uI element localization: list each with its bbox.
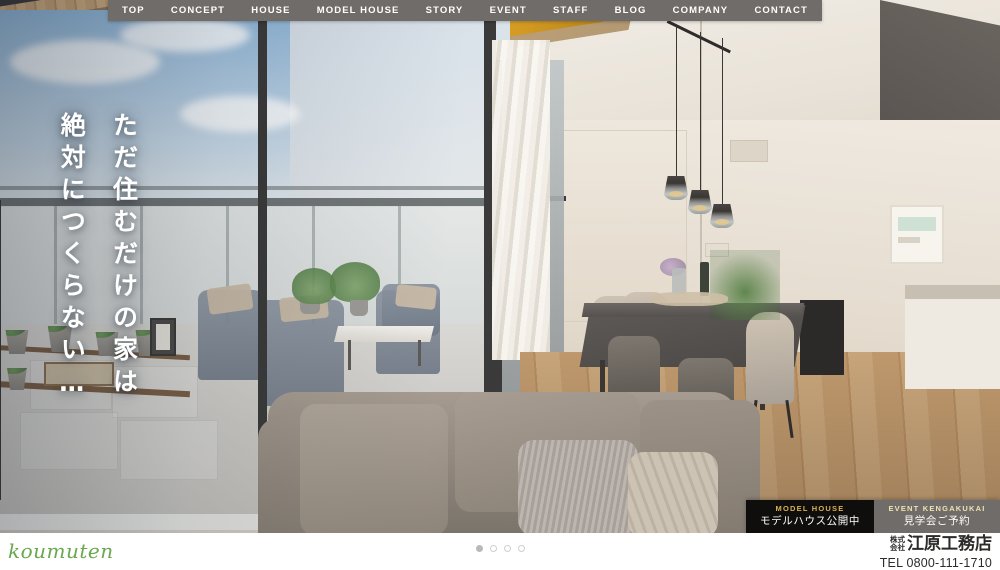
sheer-curtain [492,40,550,360]
glass-vase [672,268,686,294]
nav-item-concept[interactable]: CONCEPT [171,5,225,16]
company-name: 江原工務店 [907,534,992,554]
company-prefix-line2: 会社 [890,543,905,552]
balcony-tile-4 [120,420,218,480]
table-tray [650,292,728,306]
balcony-mullion-2 [140,206,143,324]
wall-control-panel [890,205,944,264]
hero-headline-line1: ただ住むだけの家は [109,112,139,400]
kitchen-counter-body [905,299,1000,389]
company-prefix: 株式 会社 [890,536,905,552]
nav-item-blog[interactable]: BLOG [615,5,647,16]
company-name-line: 株式 会社 江原工務店 [880,534,992,555]
cta-event-en: EVENT KENGAKUKAI [888,503,986,513]
outdoor-greenery-2 [330,262,380,302]
dining-chair-5 [746,312,794,404]
potted-plant-indoor [710,250,780,320]
cloud-3 [180,96,300,132]
company-telephone[interactable]: TEL 0800-111-1710 [880,556,992,570]
global-navigation[interactable]: TOP CONCEPT HOUSE MODEL HOUSE STORY EVEN… [108,0,822,21]
nav-item-staff[interactable]: STAFF [553,5,588,16]
nav-item-model-house[interactable]: MODEL HOUSE [317,5,400,16]
footer-bar: koumuten 株式 会社 江原工務店 TEL 0800-111-1710 [0,533,1000,570]
nav-item-contact[interactable]: CONTACT [754,5,807,16]
lamp-cord-2 [700,32,701,190]
hero-headline: ただ住むだけの家は 絶対につくらない… [57,112,139,404]
slider-pagination[interactable] [0,545,1000,552]
nav-item-event[interactable]: EVENT [490,5,527,16]
coffee-table-leg-2 [418,340,421,366]
lantern-decor [150,318,176,356]
ceiling-vent [730,140,768,162]
hero-slide-image[interactable]: ただ住むだけの家は 絶対につくらない… [0,0,1000,535]
cloud-2 [120,18,250,52]
dining-chair-3 [608,336,660,396]
outdoor-cushion-3 [394,283,438,311]
cta-event-reservation-button[interactable]: EVENT KENGAKUKAI 見学会ご予約 [874,500,1000,534]
sofa-throw-pillow-textured [518,440,638,535]
lamp-cord-3 [722,38,723,204]
hero-headline-line2: 絶対につくらない… [57,112,87,404]
slider-dot-4[interactable] [517,545,525,552]
slider-dot-3[interactable] [503,545,511,552]
company-contact-block: 株式 会社 江原工務店 TEL 0800-111-1710 [880,534,992,570]
cta-model-house-en: MODEL HOUSE [775,503,845,513]
slider-dot-2[interactable] [489,545,497,552]
page-root: ただ住むだけの家は 絶対につくらない… TOP CONCEPT HOUSE MO… [0,0,1000,570]
sliding-door-mullion-center [258,8,267,478]
wine-bottle [700,262,709,296]
sofa-cushion-large [300,404,448,535]
kitchen-counter-top [905,285,1000,299]
sofa-throw-pillow-striped [628,452,718,535]
nav-item-story[interactable]: STORY [426,5,464,16]
cta-event-ja: 見学会ご予約 [903,515,971,528]
cta-button-group[interactable]: MODEL HOUSE モデルハウス公開中 EVENT KENGAKUKAI 見… [746,500,1000,534]
outdoor-planter-2 [350,300,368,316]
balcony-tile-3 [20,412,118,470]
sliding-door-mullion-left [0,200,1,500]
cta-model-house-button[interactable]: MODEL HOUSE モデルハウス公開中 [746,500,874,534]
nav-item-house[interactable]: HOUSE [251,5,290,16]
coffee-table-leg-1 [348,340,351,370]
lamp-cord-1 [676,26,677,176]
nav-item-top[interactable]: TOP [122,5,145,16]
slider-dot-1[interactable] [475,545,483,552]
nav-item-company[interactable]: COMPANY [673,5,729,16]
sideboard-cabinet [800,300,844,375]
cta-model-house-ja: モデルハウス公開中 [760,515,860,528]
